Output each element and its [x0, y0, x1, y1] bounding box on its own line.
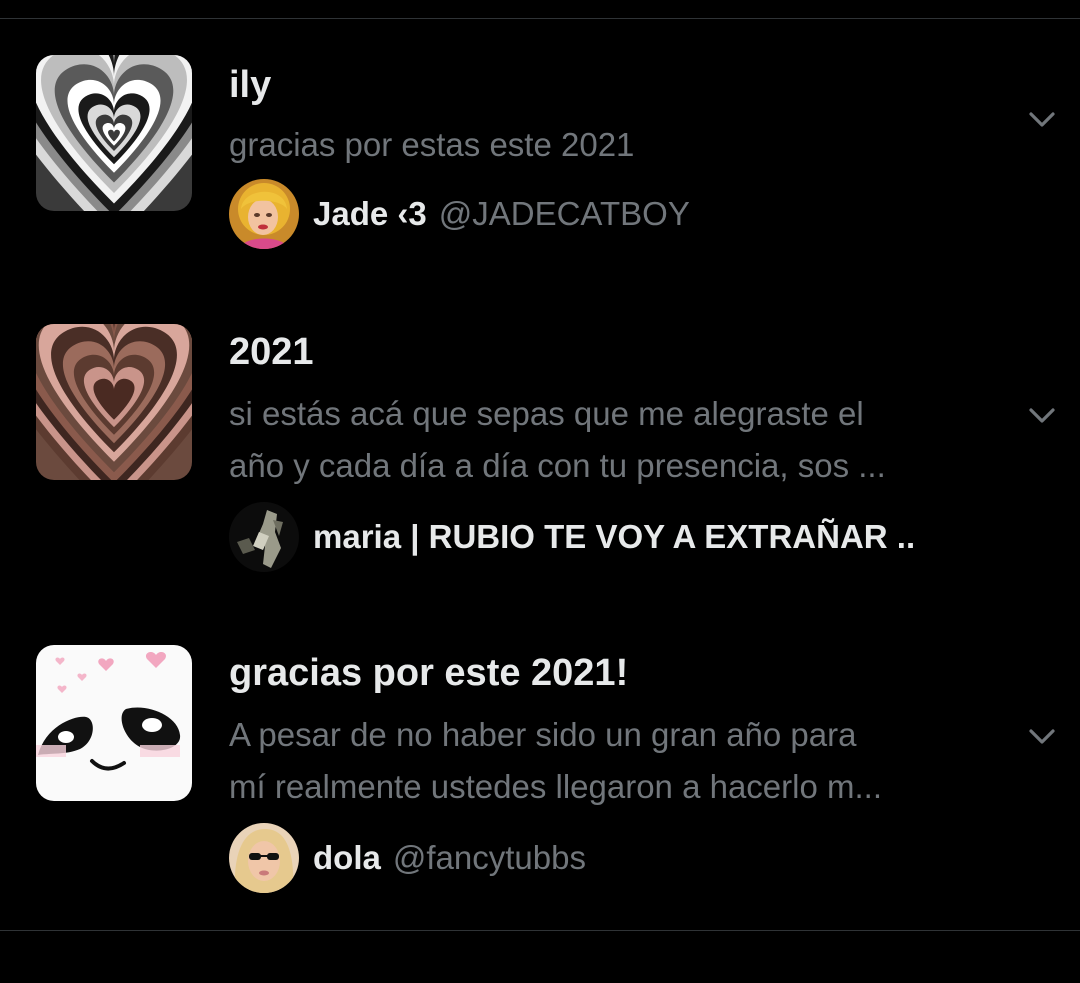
description-line: gracias por estas este 2021 [229, 126, 635, 163]
brown-concentric-heart-icon [36, 324, 192, 480]
smiling-face-hearts-icon [36, 645, 192, 801]
owner-name: Jade ‹3 [313, 195, 427, 232]
description-line: mí realmente ustedes llegaron a hacerlo … [229, 768, 882, 805]
chevron-down-icon [1029, 729, 1055, 744]
list-title: ily [229, 64, 272, 106]
avatar[interactable] [229, 502, 299, 572]
more-options-button[interactable] [1016, 389, 1068, 441]
owner-name: maria | RUBIO TE VOY A EXTRAÑAR .. [313, 518, 916, 555]
chevron-down-icon [1029, 408, 1055, 423]
owner-handle: @fancytubbs [392, 839, 586, 876]
avatar[interactable] [229, 179, 299, 249]
top-divider [0, 18, 1080, 19]
avatar[interactable] [229, 823, 299, 893]
list-title: 2021 [229, 331, 314, 373]
list-description: A pesar de no haber sido un gran año par… [229, 709, 999, 813]
list-owner[interactable]: maria | RUBIO TE VOY A EXTRAÑAR .. [229, 502, 915, 572]
list-title: gracias por este 2021! [229, 652, 629, 694]
list-owner[interactable]: Jade ‹3 @JADECATBOY [229, 179, 690, 249]
bottom-divider [0, 930, 1080, 931]
chevron-down-icon [1029, 112, 1055, 127]
description-line: A pesar de no haber sido un gran año par… [229, 716, 857, 753]
more-options-button[interactable] [1016, 710, 1068, 762]
owner-handle: @JADECATBOY [438, 195, 690, 232]
description-line: si estás acá que sepas que me alegraste … [229, 395, 864, 432]
grey-concentric-heart-icon [36, 55, 192, 211]
more-options-button[interactable] [1016, 93, 1068, 145]
list-description: gracias por estas este 2021 [229, 119, 999, 171]
owner-name: dola [313, 839, 381, 876]
list-owner[interactable]: dola @fancytubbs [229, 823, 586, 893]
description-line: año y cada día a día con tu presencia, s… [229, 447, 886, 484]
list-description: si estás acá que sepas que me alegraste … [229, 388, 999, 492]
